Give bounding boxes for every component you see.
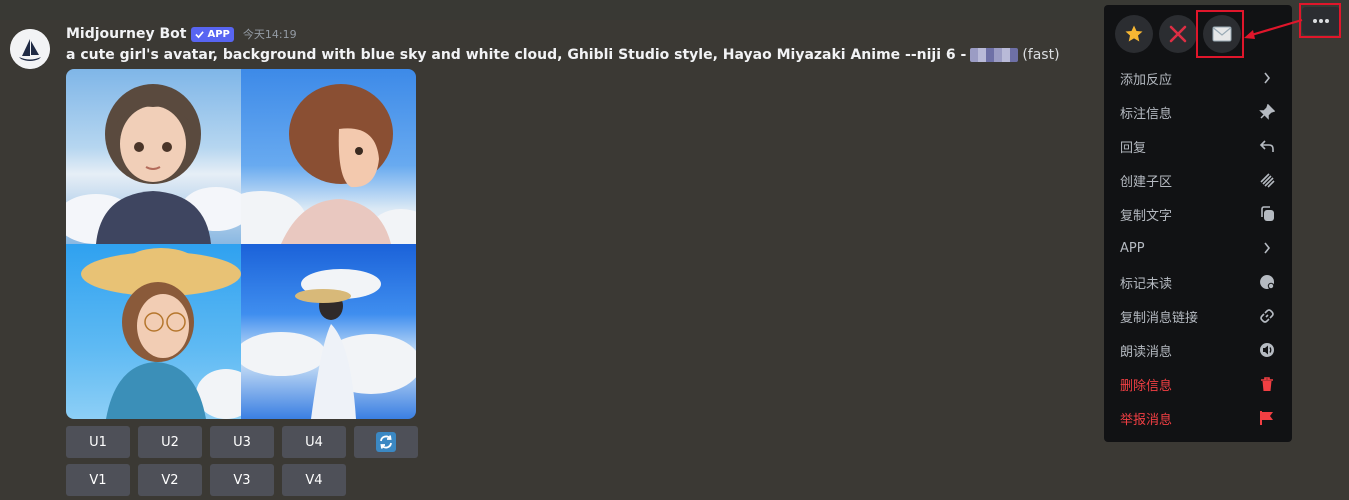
reroll-button[interactable] [354,426,418,458]
refresh-icon [376,432,396,452]
menu-item-mark-unread[interactable]: 标记未读 [1110,266,1286,298]
menu-item-label: 添加反应 [1120,72,1173,88]
menu-item-add-reaction[interactable]: 添加反应 [1110,62,1286,94]
generated-image-2[interactable] [241,69,416,244]
variation-4-button[interactable]: V4 [282,464,346,496]
menu-item-label: 标记未读 [1120,276,1173,292]
reply-icon [1258,137,1276,155]
bot-avatar[interactable] [10,29,50,69]
upscale-2-button[interactable]: U2 [138,426,202,458]
user-mention-redacted[interactable] [970,48,1019,62]
menu-item-label: 复制文字 [1120,208,1173,224]
image-grid[interactable] [66,69,416,419]
reaction-star-button[interactable] [1115,15,1153,53]
menu-item-label: 朗读消息 [1120,344,1173,360]
upscale-3-button[interactable]: U3 [210,426,274,458]
app-badge-label: APP [207,28,230,40]
menu-item-label: 举报消息 [1120,412,1173,428]
check-icon [195,30,205,38]
menu-item-label: 删除信息 [1120,378,1173,394]
mark-unread-icon [1258,273,1276,291]
link-icon [1258,307,1276,325]
upscale-1-button[interactable]: U1 [66,426,130,458]
highlight-box-envelope [1196,10,1244,58]
menu-item-copy-link[interactable]: 复制消息链接 [1110,300,1286,332]
menu-item-create-thread[interactable]: 创建子区 [1110,164,1286,196]
menu-item-delete[interactable]: 删除信息 [1110,368,1286,400]
username[interactable]: Midjourney Bot [66,26,186,42]
upscale-4-button[interactable]: U4 [282,426,346,458]
flag-icon [1258,409,1276,427]
annotation-arrow [1244,18,1303,39]
message-header: Midjourney Bot APP 今天14:19 [66,25,297,43]
prompt-text: a cute girl's avatar, background with bl… [66,47,1060,63]
reaction-x-button[interactable] [1159,15,1197,53]
chevron-right-icon [1258,239,1276,257]
menu-item-apps[interactable]: APP [1110,232,1286,264]
menu-item-copy-text[interactable]: 复制文字 [1110,198,1286,230]
menu-item-label: 标注信息 [1120,106,1173,122]
variation-1-button[interactable]: V1 [66,464,130,496]
highlight-box-more [1299,3,1341,38]
star-icon [1125,25,1143,42]
copy-icon [1258,205,1276,223]
app-badge: APP [191,26,234,42]
variation-2-button[interactable]: V2 [138,464,202,496]
thread-icon [1258,171,1276,189]
menu-item-report[interactable]: 举报消息 [1110,402,1286,434]
menu-item-label: 创建子区 [1120,174,1173,190]
speaker-icon [1258,341,1276,359]
trash-icon [1258,375,1276,393]
menu-item-label: APP [1120,240,1145,256]
menu-item-label: 回复 [1120,140,1147,156]
pin-icon [1258,103,1276,121]
menu-item-reply[interactable]: 回复 [1110,130,1286,162]
menu-item-pin[interactable]: 标注信息 [1110,96,1286,128]
chevron-right-icon [1258,69,1276,87]
prompt-body: a cute girl's avatar, background with bl… [66,47,967,63]
menu-item-speak[interactable]: 朗读消息 [1110,334,1286,366]
generated-image-3[interactable] [66,244,241,419]
x-icon [1169,25,1187,43]
generated-image-1[interactable] [66,69,241,244]
timestamp: 今天14:19 [242,28,297,41]
speed-label: (fast) [1022,47,1060,63]
generated-image-4[interactable] [241,244,416,419]
variation-3-button[interactable]: V3 [210,464,274,496]
menu-item-label: 复制消息链接 [1120,310,1199,326]
